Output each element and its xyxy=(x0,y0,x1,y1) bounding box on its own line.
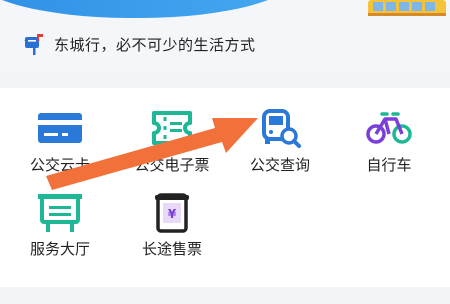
service-board-icon xyxy=(38,194,82,232)
card-icon xyxy=(38,113,82,143)
grid-label: 服务大厅 xyxy=(29,240,90,258)
bus-illustration-icon xyxy=(368,0,446,16)
grid-label: 长途售票 xyxy=(141,240,202,258)
grid-item-bicycle[interactable]: 自行车 xyxy=(339,107,439,187)
mailbox-icon xyxy=(24,34,43,55)
slogan-row: 东城行，必不可少的生活方式 xyxy=(22,30,256,58)
ticket-icon xyxy=(152,111,192,145)
grid-label: 公交电子票 xyxy=(134,156,210,174)
grid-item-long-distance-ticket[interactable]: ¥ 长途售票 xyxy=(122,191,222,271)
grid-item-bus-query[interactable]: 公交查询 xyxy=(230,107,330,187)
grid-item-bus-cloud-card[interactable]: 公交云卡 xyxy=(10,107,110,187)
top-banner: 东城行，必不可少的生活方式 xyxy=(0,0,450,72)
grid-item-service-hall[interactable]: 服务大厅 xyxy=(10,191,110,271)
bicycle-icon xyxy=(366,112,412,144)
grid-label: 公交云卡 xyxy=(29,156,90,174)
grid-item-electronic-ticket[interactable]: 公交电子票 xyxy=(122,107,222,187)
bus-search-icon xyxy=(262,109,301,148)
grid-label: 自行车 xyxy=(366,156,412,174)
svg-text:¥: ¥ xyxy=(168,207,177,221)
banner-blue-header xyxy=(0,0,300,18)
slogan-text: 东城行，必不可少的生活方式 xyxy=(54,35,256,54)
bottom-divider xyxy=(0,287,450,304)
grid-label: 公交查询 xyxy=(249,156,310,174)
section-divider xyxy=(0,72,450,88)
ticket-machine-icon: ¥ xyxy=(155,193,189,233)
